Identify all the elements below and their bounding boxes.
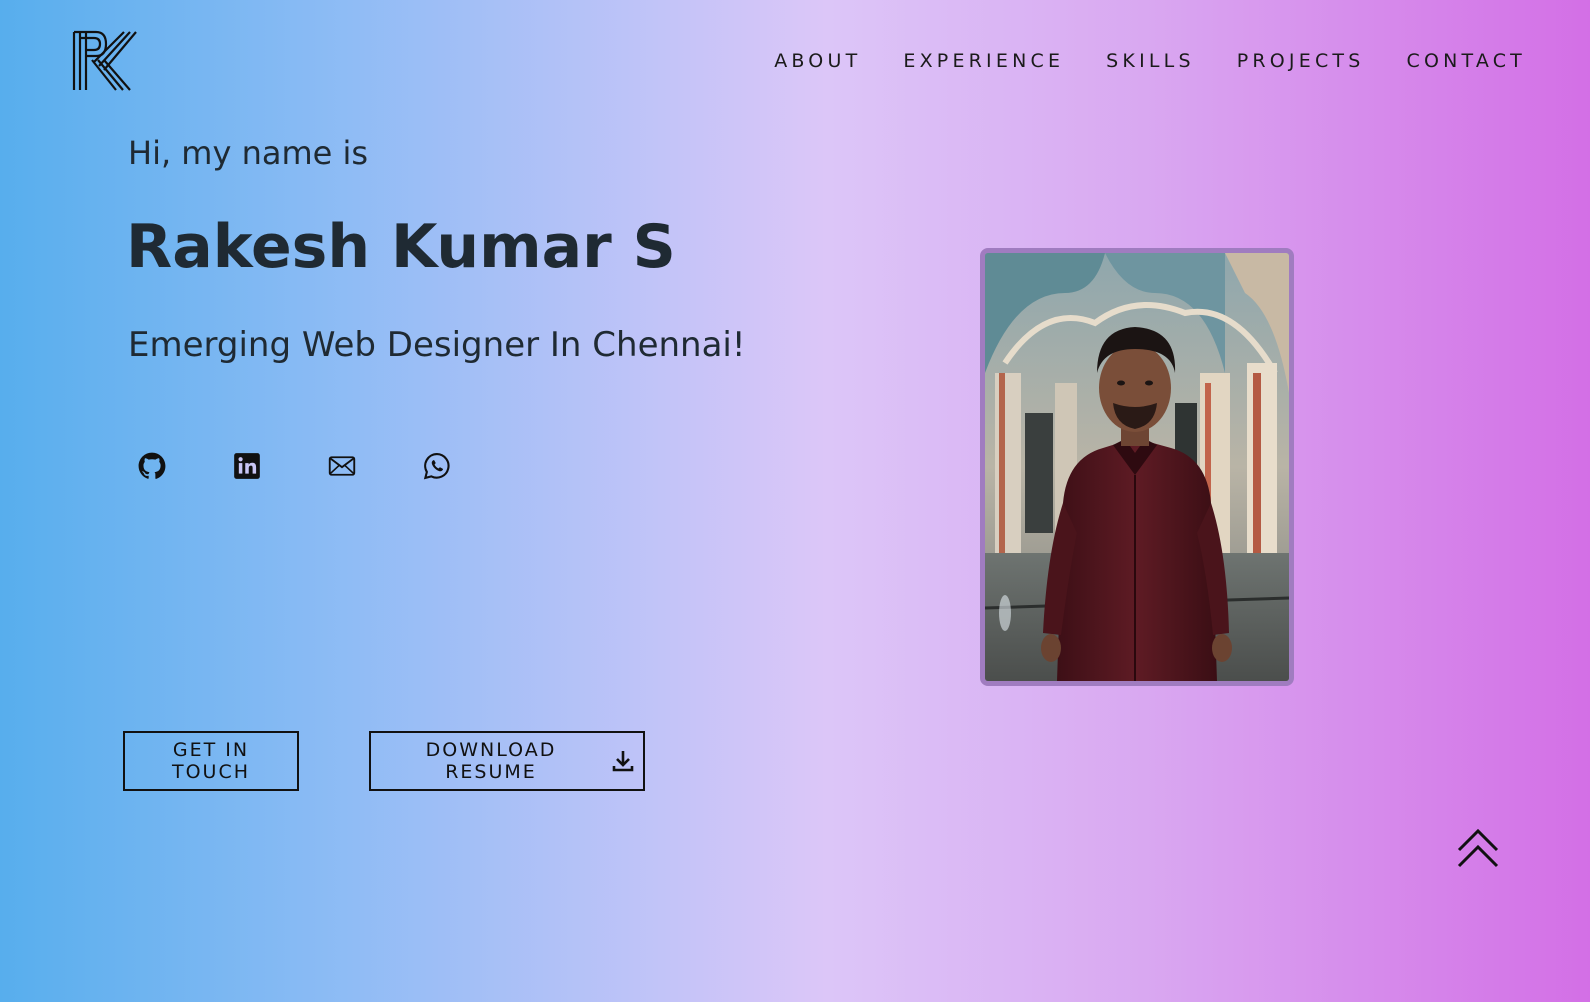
nav-about[interactable]: ABOUT xyxy=(774,50,861,72)
nav-contact[interactable]: CONTACT xyxy=(1406,50,1526,72)
nav-skills[interactable]: SKILLS xyxy=(1106,50,1195,72)
linkedin-icon[interactable] xyxy=(233,452,261,480)
rk-monogram-logo-icon xyxy=(72,30,137,91)
download-resume-button[interactable]: DOWNLOAD RESUME xyxy=(369,731,645,791)
mail-icon[interactable] xyxy=(328,452,356,480)
top-navigation: ABOUT EXPERIENCE SKILLS PROJECTS CONTACT xyxy=(774,50,1526,72)
portrait-image xyxy=(985,253,1289,681)
whatsapp-icon[interactable] xyxy=(423,452,451,480)
github-icon[interactable] xyxy=(138,452,166,480)
double-chevron-up-icon[interactable] xyxy=(1456,828,1500,870)
social-links xyxy=(138,452,451,480)
hero-name: Rakesh Kumar S xyxy=(126,212,676,282)
download-icon xyxy=(612,749,634,773)
rk-logo[interactable] xyxy=(72,30,138,92)
get-in-touch-button[interactable]: GET IN TOUCH xyxy=(123,731,299,791)
hero-greeting: Hi, my name is xyxy=(128,134,369,172)
get-in-touch-label: GET IN TOUCH xyxy=(171,739,251,783)
hero-tagline: Emerging Web Designer In Chennai! xyxy=(128,325,746,365)
download-resume-label: DOWNLOAD RESUME xyxy=(425,739,557,783)
nav-experience[interactable]: EXPERIENCE xyxy=(903,50,1064,72)
nav-projects[interactable]: PROJECTS xyxy=(1237,50,1365,72)
profile-photo xyxy=(980,248,1294,686)
